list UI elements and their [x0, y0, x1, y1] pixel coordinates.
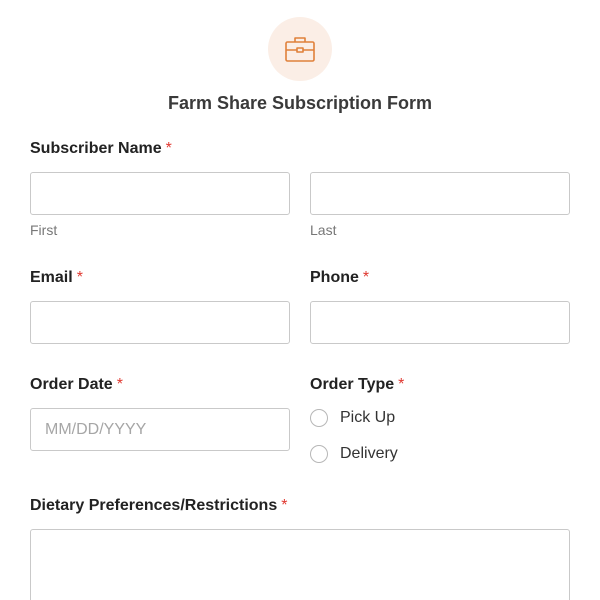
phone-label-text: Phone — [310, 269, 359, 286]
dietary-textarea[interactable] — [30, 529, 570, 600]
required-asterisk: * — [76, 269, 83, 286]
order-date-label-text: Order Date — [30, 376, 113, 393]
required-asterisk: * — [362, 269, 370, 286]
order-type-option-pick-up[interactable]: Pick Up — [310, 408, 395, 428]
radio-button-delivery[interactable] — [310, 445, 328, 463]
subscriber-name-label-text: Subscriber Name — [30, 140, 162, 157]
dietary-label: Dietary Preferences/Restrictions * — [30, 496, 287, 516]
required-asterisk: * — [116, 376, 123, 393]
order-type-label: Order Type * — [310, 375, 404, 395]
required-asterisk: * — [398, 376, 405, 393]
radio-button-pick-up[interactable] — [310, 409, 328, 427]
phone-label: Phone * — [310, 268, 369, 288]
email-label-text: Email — [30, 269, 73, 286]
radio-label-delivery[interactable]: Delivery — [340, 445, 398, 463]
first-name-sublabel: First — [30, 222, 58, 238]
order-date-input[interactable] — [30, 408, 290, 451]
email-input[interactable] — [30, 301, 290, 344]
radio-label-pick-up[interactable]: Pick Up — [340, 409, 395, 427]
order-date-label: Order Date * — [30, 375, 123, 395]
last-name-sublabel: Last — [310, 222, 337, 238]
form-header: Farm Share Subscription Form — [0, 0, 600, 120]
subscriber-name-label: Subscriber Name * — [30, 139, 172, 159]
briefcase-icon — [285, 37, 315, 62]
dietary-label-text: Dietary Preferences/Restrictions — [30, 497, 278, 514]
phone-input[interactable] — [310, 301, 570, 344]
order-type-option-delivery[interactable]: Delivery — [310, 444, 398, 464]
form-icon-badge — [268, 17, 332, 81]
order-type-label-text: Order Type — [310, 376, 395, 393]
required-asterisk: * — [165, 140, 172, 157]
first-name-input[interactable] — [30, 172, 290, 215]
last-name-input[interactable] — [310, 172, 570, 215]
form-title: Farm Share Subscription Form — [167, 93, 433, 113]
required-asterisk: * — [281, 497, 288, 514]
email-label: Email * — [30, 268, 83, 288]
